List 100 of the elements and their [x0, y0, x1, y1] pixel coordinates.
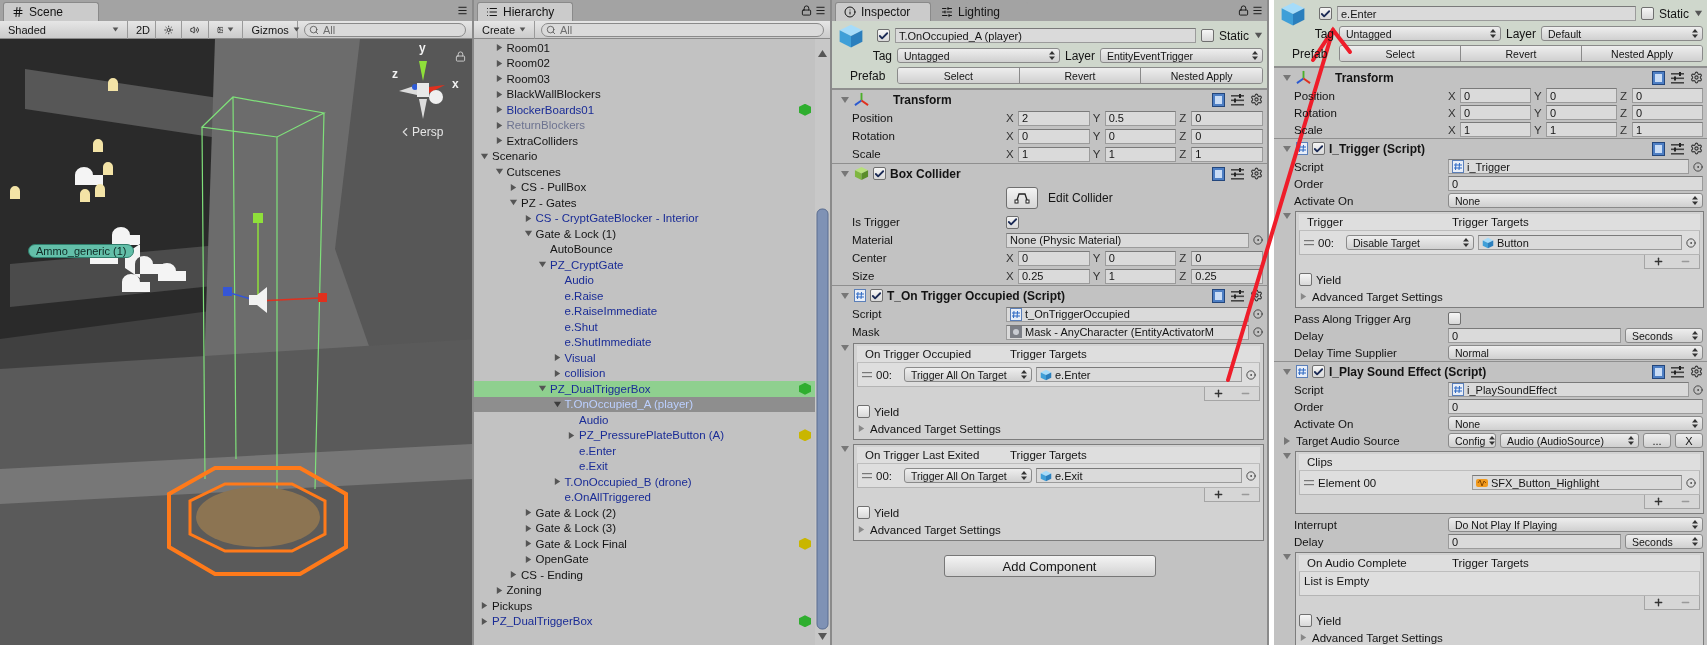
tree-item[interactable]: PZ_CryptGate: [474, 257, 815, 273]
tree-item[interactable]: e.OnAllTriggered: [474, 489, 815, 505]
number-field[interactable]: 1: [1632, 122, 1703, 137]
foldout-arrow-icon[interactable]: [227, 26, 235, 33]
foldout-arrow-icon[interactable]: [840, 94, 850, 105]
tree-item[interactable]: T.OnOccupied_B (drone): [474, 474, 815, 490]
foldout-arrow-icon[interactable]: [494, 585, 504, 595]
foldout-arrow-icon[interactable]: [523, 213, 533, 223]
panel-tab[interactable]: Scene: [3, 2, 99, 21]
foldout-arrow-icon[interactable]: [494, 43, 504, 53]
checkbox[interactable]: [857, 506, 870, 519]
number-field[interactable]: 0: [1546, 88, 1617, 103]
add-component-button[interactable]: Add Component: [943, 555, 1156, 577]
object-field[interactable]: Button: [1478, 235, 1682, 250]
settings-icon[interactable]: [1250, 289, 1263, 302]
tree-item[interactable]: Scenario: [474, 148, 815, 164]
dropdown[interactable]: Default: [1541, 26, 1703, 41]
tree-item[interactable]: PZ_DualTriggerBox: [474, 613, 815, 629]
foldout-arrow-icon[interactable]: [480, 616, 489, 626]
foldout-arrow-icon[interactable]: [1282, 72, 1292, 83]
drag-handle-icon[interactable]: [862, 371, 872, 378]
foldout-arrow-icon[interactable]: [552, 477, 562, 487]
foldout-arrow-icon[interactable]: [494, 74, 504, 84]
search-field[interactable]: All: [541, 22, 824, 37]
foldout-arrow-icon[interactable]: [552, 368, 562, 378]
presets-icon[interactable]: [1231, 93, 1244, 106]
tree-item[interactable]: collision: [474, 365, 815, 381]
tree-item[interactable]: PZ_DualTriggerBox: [474, 381, 815, 397]
prefab-action-button[interactable]: Select: [898, 68, 1019, 83]
foldout-arrow-icon[interactable]: [509, 198, 518, 208]
dropdown[interactable]: Untagged: [897, 48, 1060, 63]
help-book-icon[interactable]: [1652, 70, 1665, 85]
dropdown[interactable]: Trigger All On Target: [904, 468, 1032, 483]
tree-item[interactable]: Zoning: [474, 582, 815, 598]
foldout-arrow-icon[interactable]: [494, 89, 504, 99]
tree-item[interactable]: CS - CryptGateBlocker - Interior: [474, 210, 815, 226]
prefab-action-button[interactable]: Nested Apply: [1581, 46, 1702, 61]
foldout[interactable]: Advanced Target Settings: [1299, 288, 1700, 305]
tree-item[interactable]: PZ - Gates: [474, 195, 815, 211]
tree-item[interactable]: Audio: [474, 412, 815, 428]
drag-handle-icon[interactable]: [862, 472, 872, 479]
checkbox[interactable]: [1201, 29, 1214, 42]
tree-item[interactable]: BlackWallBlockers: [474, 86, 815, 102]
object-field[interactable]: i_Trigger: [1448, 159, 1689, 174]
menu-icon[interactable]: [1252, 5, 1263, 16]
search-field[interactable]: All: [304, 22, 466, 37]
number-field[interactable]: 0: [1460, 88, 1531, 103]
number-field[interactable]: 1: [1104, 268, 1177, 284]
foldout-arrow-icon[interactable]: [494, 136, 504, 146]
tree-item[interactable]: Gate & Lock (2): [474, 505, 815, 521]
dropdown[interactable]: EntityEventTrigger: [1100, 48, 1263, 63]
tree-item[interactable]: Room02: [474, 55, 815, 71]
small-button[interactable]: ...: [1643, 433, 1671, 448]
foldout-arrow-icon[interactable]: [480, 601, 489, 611]
tree-item[interactable]: CS - PullBox: [474, 179, 815, 195]
foldout-arrow-icon[interactable]: [552, 353, 562, 363]
tree-item[interactable]: OpenGate: [474, 551, 815, 567]
number-field[interactable]: 0: [1018, 250, 1090, 266]
help-book-icon[interactable]: [1212, 92, 1225, 107]
dropdown[interactable]: Untagged: [1339, 26, 1501, 41]
foldout-arrow-icon[interactable]: [509, 182, 518, 192]
name-field[interactable]: T.OnOccupied_A (player): [895, 28, 1196, 43]
menu-icon[interactable]: [815, 5, 826, 16]
tree-item[interactable]: e.RaiseImmediate: [474, 303, 815, 319]
tree-item[interactable]: e.ShutImmediate: [474, 334, 815, 350]
tree-item[interactable]: BlockerBoards01: [474, 102, 815, 118]
number-field[interactable]: 0: [1018, 128, 1090, 144]
foldout-arrow-icon[interactable]: [494, 120, 504, 130]
picker-icon[interactable]: [1693, 161, 1703, 172]
checkbox[interactable]: [1312, 365, 1325, 378]
tree-item[interactable]: e.Raise: [474, 288, 815, 304]
number-field[interactable]: 0: [1448, 399, 1703, 414]
foldout[interactable]: Advanced Target Settings: [857, 420, 1260, 437]
foldout-arrow-icon[interactable]: [292, 26, 300, 33]
picker-icon[interactable]: [1246, 470, 1256, 481]
number-field[interactable]: 0: [1448, 176, 1703, 191]
foldout-arrow-icon[interactable]: [1299, 633, 1308, 642]
component-header[interactable]: I_Trigger (Script): [1274, 138, 1707, 158]
edit-collider-button[interactable]: [1006, 187, 1038, 209]
component-header[interactable]: Box Collider: [832, 163, 1267, 183]
tree-item[interactable]: Gate & Lock (1): [474, 226, 815, 242]
prefab-action-button[interactable]: Select: [1340, 46, 1460, 61]
foldout-arrow-icon[interactable]: [840, 168, 850, 179]
foldout-arrow-icon[interactable]: [1282, 366, 1292, 377]
checkbox[interactable]: [1448, 312, 1461, 325]
tree-item[interactable]: Gate & Lock (3): [474, 520, 815, 536]
foldout-arrow-icon[interactable]: [857, 525, 866, 534]
picker-icon[interactable]: [1686, 477, 1696, 488]
picker-icon[interactable]: [1686, 237, 1696, 248]
presets-icon[interactable]: [1231, 289, 1244, 302]
foldout-arrow-icon[interactable]: [523, 508, 533, 518]
picker-icon[interactable]: [1246, 369, 1256, 380]
number-field[interactable]: 0: [1546, 105, 1617, 120]
panel-tab[interactable]: Hierarchy: [477, 2, 573, 21]
drag-handle-icon[interactable]: [1304, 479, 1314, 486]
help-book-icon[interactable]: [1652, 364, 1665, 379]
dropdown[interactable]: Audio (AudioSource): [1500, 433, 1639, 448]
dropdown[interactable]: None: [1448, 416, 1703, 431]
number-field[interactable]: 1: [1460, 122, 1531, 137]
object-field[interactable]: e.Enter: [1036, 367, 1242, 382]
